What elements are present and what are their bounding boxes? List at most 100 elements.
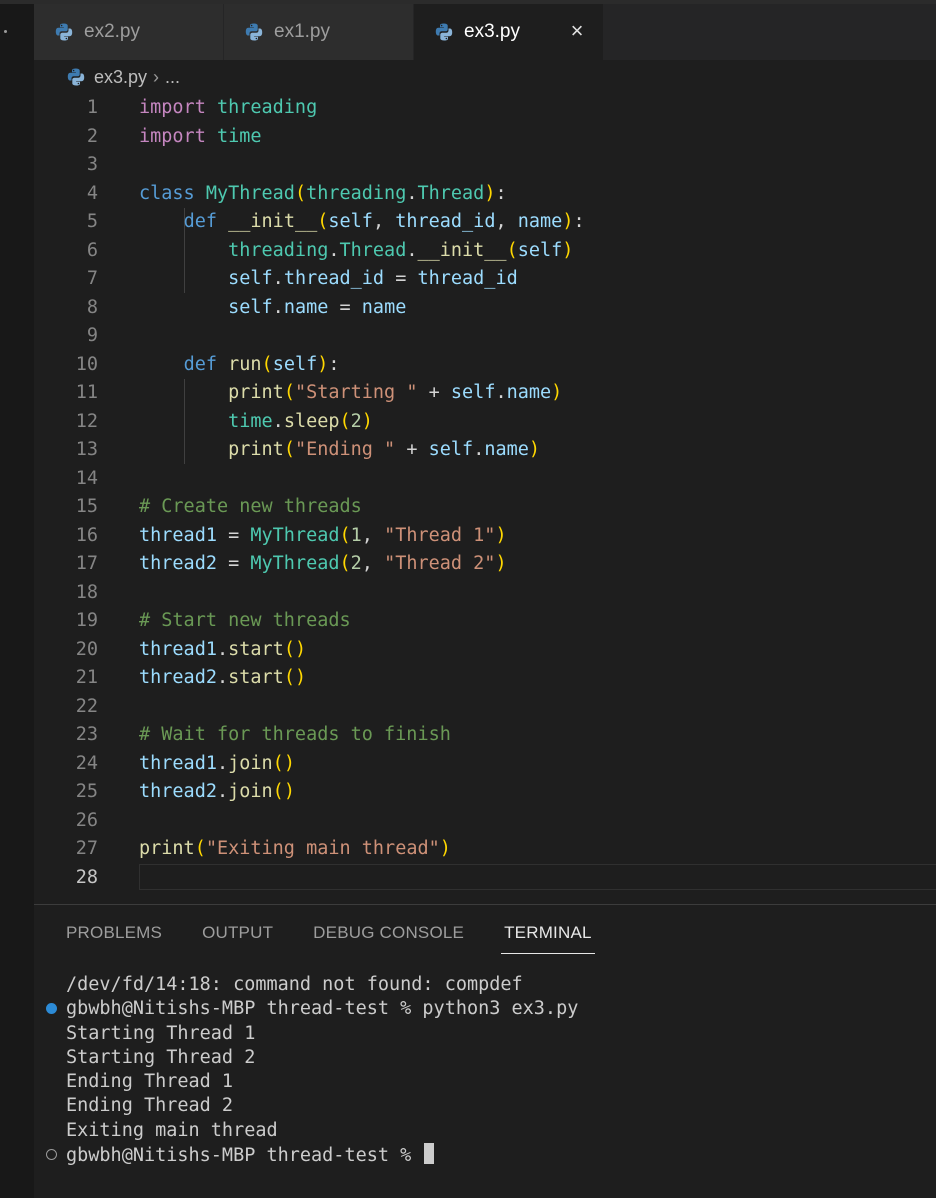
code-text: thread2.start() [139, 667, 307, 688]
line-number: 11 [75, 382, 98, 403]
line-number: 10 [75, 353, 98, 375]
command-success-mark-icon[interactable] [46, 1003, 57, 1015]
python-file-icon [435, 23, 453, 41]
code-line[interactable]: 27 print("Exiting main thread") [34, 835, 936, 864]
tab-label: ex3.py [464, 21, 520, 42]
breadcrumb-file[interactable]: ex3.py [94, 67, 147, 88]
code-line[interactable]: 19 # Start new threads [34, 607, 936, 636]
code-line[interactable]: 3 [34, 151, 936, 180]
code-line[interactable]: 22 [34, 693, 936, 722]
code-text: thread2.join() [139, 781, 295, 802]
code-text: print("Exiting main thread") [139, 838, 451, 859]
line-number: 19 [75, 610, 98, 631]
terminal-line: Starting Thread 1 [66, 1022, 256, 1044]
line-number: 9 [86, 325, 98, 346]
tab-output[interactable]: OUTPUT [202, 923, 273, 953]
code-text: time.sleep(2) [228, 410, 373, 432]
code-line[interactable]: 7 self.thread_id = thread_id [34, 265, 936, 294]
line-number: 3 [86, 154, 98, 175]
code-line[interactable]: 10 def run(self): [34, 351, 936, 380]
tab-terminal[interactable]: TERMINAL [501, 923, 595, 954]
tab-problems[interactable]: PROBLEMS [66, 923, 162, 953]
code-line[interactable]: 25 thread2.join() [34, 778, 936, 807]
code-text: self.thread_id = thread_id [228, 268, 518, 289]
code-text: class MyThread(threading.Thread): [139, 182, 507, 204]
code-line[interactable]: 14 [34, 465, 936, 494]
python-file-icon [55, 23, 73, 41]
line-number: 22 [75, 695, 98, 717]
line-number: 18 [75, 581, 98, 603]
terminal-line: gbwbh@Nitishs-MBP thread-test % [46, 1143, 578, 1167]
line-number: 8 [86, 296, 98, 318]
terminal-prompt: gbwbh@Nitishs-MBP thread-test % [66, 1145, 423, 1167]
line-number: 26 [75, 809, 98, 831]
command-pending-mark-icon[interactable] [46, 1149, 57, 1161]
chevron-right-icon: › [153, 66, 160, 87]
code-line[interactable]: 18 [34, 579, 936, 608]
code-text: # Wait for threads to finish [139, 724, 451, 745]
code-line[interactable]: 20 thread1.start() [34, 636, 936, 665]
panel-tabs: PROBLEMS OUTPUT DEBUG CONSOLE TERMINAL [66, 923, 635, 954]
terminal-output[interactable]: /dev/fd/14:18: command not found: compde… [46, 973, 578, 1167]
code-text: print("Ending " + self.name) [228, 439, 541, 460]
code-line[interactable]: 26 [34, 807, 936, 836]
tab-ex1[interactable]: ex1.py [224, 4, 414, 60]
code-text: thread2 = MyThread(2, "Thread 2") [139, 553, 507, 574]
line-number: 12 [75, 410, 98, 432]
line-number: 14 [75, 467, 98, 489]
close-icon[interactable]: × [565, 19, 589, 43]
code-line[interactable]: 12 time.sleep(2) [34, 408, 936, 437]
code-text: print("Starting " + self.name) [228, 382, 563, 403]
line-number: 27 [75, 838, 98, 859]
code-line[interactable]: 13 print("Ending " + self.name) [34, 436, 936, 465]
code-line[interactable]: 17 thread2 = MyThread(2, "Thread 2") [34, 550, 936, 579]
tab-ex3[interactable]: ex3.py × [414, 4, 604, 60]
tab-ex2[interactable]: ex2.py [34, 4, 224, 60]
line-number: 7 [86, 268, 98, 289]
line-number: 20 [75, 638, 98, 660]
terminal-line: /dev/fd/14:18: command not found: compde… [66, 974, 523, 995]
code-line[interactable]: 9 [34, 322, 936, 351]
code-line[interactable]: 16 thread1 = MyThread(1, "Thread 1") [34, 522, 936, 551]
code-line[interactable]: 15 # Create new threads [34, 493, 936, 522]
line-number: 16 [75, 524, 98, 546]
code-line[interactable]: 23 # Wait for threads to finish [34, 721, 936, 750]
breadcrumb: ex3.py › ... [66, 66, 180, 88]
code-line[interactable]: 8 self.name = name [34, 294, 936, 323]
line-number: 2 [86, 125, 98, 147]
code-editor[interactable]: 1 import threading 2 import time 3 4 class MyT… [34, 94, 936, 894]
terminal-cursor [424, 1143, 435, 1165]
line-number: 1 [86, 97, 98, 118]
breadcrumb-symbols[interactable]: ... [165, 67, 180, 88]
python-file-icon [67, 68, 85, 86]
code-line[interactable]: 24 thread1.join() [34, 750, 936, 779]
code-text: def __init__(self, thread_id, name): [183, 211, 585, 232]
terminal-line: Starting Thread 2 [66, 1046, 256, 1068]
code-text: threading.Thread.__init__(self) [228, 239, 574, 261]
line-number: 17 [75, 553, 98, 574]
bottom-panel: PROBLEMS OUTPUT DEBUG CONSOLE TERMINAL /… [34, 905, 936, 1198]
line-number: 13 [75, 439, 98, 460]
code-line[interactable]: 4 class MyThread(threading.Thread): [34, 180, 936, 209]
tab-debug-console[interactable]: DEBUG CONSOLE [313, 923, 464, 953]
code-line[interactable]: 11 print("Starting " + self.name) [34, 379, 936, 408]
activity-bar-indicator-icon [4, 30, 7, 33]
tab-label: ex2.py [84, 21, 140, 42]
line-number: 25 [75, 781, 98, 802]
code-text: self.name = name [228, 296, 407, 318]
terminal-line: Exiting main thread [66, 1119, 278, 1141]
current-line-highlight [139, 863, 936, 890]
code-line[interactable]: 6 threading.Thread.__init__(self) [34, 237, 936, 266]
code-text: thread1.join() [139, 752, 295, 774]
code-text: thread1 = MyThread(1, "Thread 1") [139, 524, 507, 546]
line-number: 24 [75, 752, 98, 774]
code-line[interactable]: 21 thread2.start() [34, 664, 936, 693]
line-number: 4 [86, 182, 98, 204]
terminal-line: Ending Thread 2 [66, 1095, 234, 1117]
code-line[interactable]: 1 import threading [34, 94, 936, 123]
code-line[interactable]: 2 import time [34, 123, 936, 152]
code-line[interactable]: 5 def __init__(self, thread_id, name): [34, 208, 936, 237]
tab-label: ex1.py [274, 21, 330, 42]
code-text: import threading [139, 97, 318, 118]
code-line[interactable]: 28 [34, 863, 936, 893]
